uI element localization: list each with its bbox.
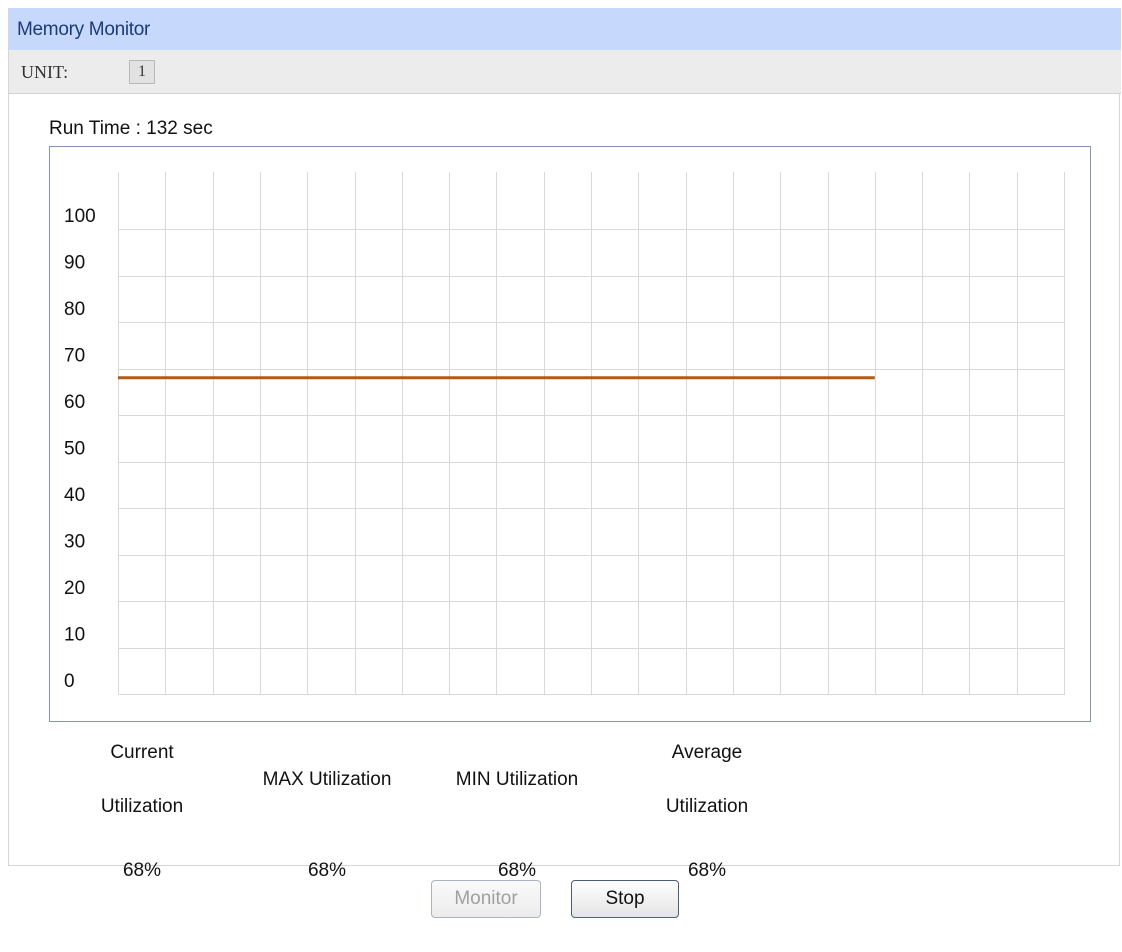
run-time-text: Run Time : 132 sec (49, 118, 213, 139)
monitor-button[interactable]: Monitor (431, 880, 541, 918)
max-utilization-stat: MAX Utilization 68% (227, 728, 427, 888)
panel-title: Memory Monitor (9, 8, 1121, 50)
current-utilization-label-line1: Current (110, 742, 174, 763)
y-tick-label: 80 (64, 299, 85, 320)
unit-selector-1[interactable]: 1 (129, 60, 155, 84)
y-tick-label: 90 (64, 253, 85, 274)
memory-monitor-panel: Memory Monitor UNIT: 1 Run Time : 132 se… (8, 8, 1121, 881)
min-utilization-stat: MIN Utilization 68% (417, 728, 617, 888)
unit-bar: UNIT: 1 (9, 50, 1121, 94)
memory-utilization-chart: 100 90 80 70 60 50 40 30 20 10 0 (49, 146, 1091, 722)
y-tick-label: 70 (64, 346, 85, 367)
y-tick-label: 30 (64, 532, 85, 553)
y-tick-label: 50 (64, 439, 85, 460)
chart-svg: 1009080706050403020100 (64, 172, 1065, 695)
stop-button[interactable]: Stop (571, 880, 679, 918)
average-utilization-label-line2: Utilization (665, 796, 749, 817)
y-tick-label: 0 (64, 671, 75, 692)
min-utilization-label: MIN Utilization (455, 769, 579, 790)
average-utilization-label-line1: Average (671, 742, 743, 763)
unit-label: UNIT: (21, 62, 69, 82)
y-tick-label: 20 (64, 578, 85, 599)
average-utilization-stat: Average Utilization 68% (607, 728, 807, 888)
y-tick-label: 60 (64, 392, 85, 413)
y-tick-label: 100 (64, 206, 96, 227)
max-utilization-value: 68% (307, 860, 347, 881)
current-utilization-label-line2: Utilization (100, 796, 184, 817)
y-tick-label: 10 (64, 625, 85, 646)
y-tick-label: 40 (64, 485, 85, 506)
current-utilization-stat: Current Utilization 68% (42, 728, 242, 888)
current-utilization-value: 68% (122, 860, 162, 881)
max-utilization-label: MAX Utilization (262, 769, 392, 790)
